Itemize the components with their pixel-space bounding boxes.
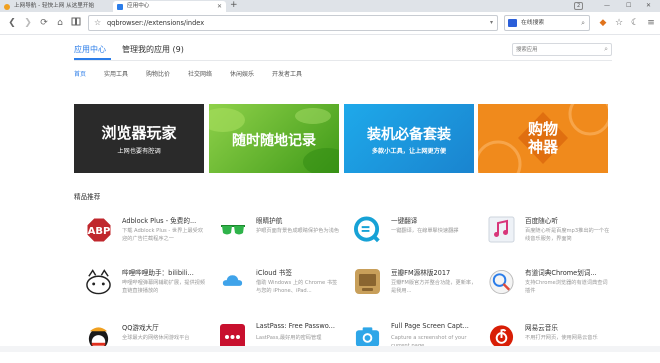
banner-subtitle: 多款小工具，让上网更方便 bbox=[371, 148, 447, 155]
app-name: LastPass: Free Passwo... bbox=[256, 322, 335, 330]
menu-icon[interactable]: ≡ bbox=[645, 17, 657, 29]
address-bar[interactable]: ☆ qqbrowser://extensions/index ▾ bbox=[88, 15, 498, 31]
bookmarks-icon[interactable] bbox=[70, 17, 82, 29]
icloud-icon bbox=[219, 268, 246, 295]
app-card[interactable]: 眼睛护航 护眼页面背景色成眼睛保护色为浅色 bbox=[219, 216, 347, 256]
app-description: 豆瓣FM版官方并整合功能，更新率，是我用... bbox=[391, 280, 477, 294]
banner-subtitle: 上网也要有腔调 bbox=[117, 148, 161, 155]
tab-label: 应用中心 bbox=[127, 3, 150, 9]
forward-icon[interactable]: ❯ bbox=[22, 17, 34, 29]
category-home[interactable]: 首页 bbox=[74, 69, 86, 78]
app-name: QQ游戏大厅 bbox=[122, 324, 159, 332]
app-name: 哔哩哔哩助手：bilibili... bbox=[122, 269, 194, 277]
app-card[interactable]: 百度随心听 百度随心听是百度mp3推出的一个在线音乐服务，界面简 bbox=[488, 216, 616, 256]
eye-glasses-icon bbox=[219, 216, 246, 243]
app-description: 一键翻译，在線單擊快速翻譯 bbox=[391, 228, 459, 234]
category-entertainment[interactable]: 休闲娱乐 bbox=[230, 69, 254, 78]
app-name: Adblock Plus - 免费的... bbox=[122, 217, 197, 225]
app-description: 借助 Windows 上的 Chrome 书签与您的 iPhone、iPad..… bbox=[256, 280, 338, 294]
app-card[interactable]: iCloud 书签 借助 Windows 上的 Chrome 书签与您的 iPh… bbox=[219, 268, 347, 308]
app-description: 护眼页面背景色成眼睛保护色为浅色 bbox=[256, 228, 340, 234]
refresh-icon[interactable]: ⟳ bbox=[38, 17, 50, 29]
tab-manage-apps[interactable]: 管理我的应用 (9) bbox=[122, 44, 184, 55]
url-text: qqbrowser://extensions/index bbox=[107, 19, 205, 27]
app-card[interactable]: Full Page Screen Capt... Capture a scree… bbox=[354, 322, 482, 363]
search-icon[interactable]: ⌕ bbox=[604, 44, 608, 55]
app-description: 百度随心听是百度mp3推出的一个在线音乐服务，界面简 bbox=[525, 228, 610, 242]
search-box[interactable]: 在线搜索 ⌕ bbox=[504, 15, 590, 31]
category-social[interactable]: 社交网络 bbox=[188, 69, 212, 78]
back-icon[interactable]: ❮ bbox=[6, 17, 18, 29]
tab-strip: 上网导航 - 轻快上网 从这里开始 应用中心 ✕ + 2 — ☐ ✕ bbox=[0, 0, 660, 12]
close-tab-icon[interactable]: ✕ bbox=[217, 1, 222, 12]
close-window-icon[interactable]: ✕ bbox=[646, 0, 651, 12]
banner-toolkit[interactable]: 装机必备套装 多款小工具，让上网更方便 bbox=[344, 104, 474, 173]
category-developer[interactable]: 开发者工具 bbox=[272, 69, 302, 78]
banner-notes[interactable]: 随时随地记录 bbox=[209, 104, 339, 173]
app-name: 有道词典Chrome划词... bbox=[525, 269, 597, 277]
svg-text:ABP: ABP bbox=[87, 226, 110, 237]
star-icon[interactable]: ☆ bbox=[94, 16, 101, 30]
app-card[interactable]: 豆瓣FM源林版2017 豆瓣FM版官方并整合功能，更新率，是我用... bbox=[354, 268, 482, 308]
translate-icon bbox=[354, 216, 381, 243]
app-card[interactable]: 一键翻译 一键翻译，在線單擊快速翻譯 bbox=[354, 216, 482, 256]
youdao-icon bbox=[488, 268, 515, 295]
app-card[interactable]: QQ游戏大厅 全球最大的网络休闲游戏平台 bbox=[85, 323, 213, 363]
bilibili-icon bbox=[85, 268, 112, 295]
adblock-icon: ABP bbox=[85, 216, 112, 243]
banner-shopping[interactable]: 购物 神器 bbox=[478, 104, 608, 173]
minimize-icon[interactable]: — bbox=[604, 0, 610, 12]
app-card[interactable]: LastPass: Free Passwo... LastPass,最好用的密码… bbox=[219, 322, 347, 363]
app-name: 眼睛护航 bbox=[256, 217, 283, 225]
tab-label: 上网导航 - 轻快上网 从这里开始 bbox=[14, 3, 95, 9]
category-tools[interactable]: 实用工具 bbox=[104, 69, 128, 78]
app-card[interactable]: 有道词典Chrome划词... 支持Chrome浏览器的有道词典查词插件 bbox=[488, 268, 616, 308]
app-description: 支持Chrome浏览器的有道词典查词插件 bbox=[525, 280, 608, 294]
app-description: 哔哩哔哩弹幕网辅助扩展，提供视频直链直接播放的 bbox=[122, 280, 206, 294]
app-card[interactable]: 网易云音乐 不用打开网页，使用网易云音乐 bbox=[488, 323, 616, 363]
home-icon[interactable]: ⌂ bbox=[54, 17, 66, 29]
search-icon[interactable]: ⌕ bbox=[581, 16, 585, 30]
douban-fm-icon bbox=[354, 268, 381, 295]
app-card[interactable]: 哔哩哔哩助手：bilibili... 哔哩哔哩弹幕网辅助扩展，提供视频直链直接播… bbox=[85, 268, 213, 308]
app-name: iCloud 书签 bbox=[256, 269, 292, 277]
app-search-input[interactable] bbox=[516, 45, 598, 54]
new-tab-button[interactable]: + bbox=[230, 0, 238, 11]
section-title: 精品推荐 bbox=[74, 193, 101, 201]
app-name: 网易云音乐 bbox=[525, 324, 558, 332]
banner-player[interactable]: 浏览器玩家 上网也要有腔调 bbox=[74, 104, 204, 173]
tab-app-center[interactable]: 应用中心 bbox=[74, 44, 106, 55]
app-description: 下载 Adblock Plus - 世界上最受欢迎的广告拦截程序之一 bbox=[122, 228, 204, 242]
app-card[interactable]: ABP Adblock Plus - 免费的... 下载 Adblock Plu… bbox=[85, 216, 213, 256]
app-name: 豆瓣FM源林版2017 bbox=[391, 269, 451, 277]
app-name: 百度随心听 bbox=[525, 217, 558, 225]
banner-title: 装机必备套装 bbox=[367, 127, 451, 143]
toolbar: ❮ ❯ ⟳ ⌂ ☆ qqbrowser://extensions/index ▾… bbox=[0, 12, 660, 35]
banner-title: 浏览器玩家 bbox=[101, 124, 177, 142]
favorites-icon[interactable]: ☆ bbox=[613, 17, 625, 29]
tab-count-badge[interactable]: 2 bbox=[574, 0, 584, 12]
game-icon[interactable]: ◆ bbox=[597, 17, 609, 29]
night-mode-icon[interactable]: ☾ bbox=[629, 17, 641, 29]
app-name: 一键翻译 bbox=[391, 217, 418, 225]
search-engine-label: 在线搜索 bbox=[521, 20, 545, 26]
dropdown-icon[interactable]: ▾ bbox=[490, 16, 493, 30]
status-bar bbox=[0, 346, 660, 352]
browser-tab-nav[interactable]: 上网导航 - 轻快上网 从这里开始 bbox=[0, 1, 113, 12]
app-center-favicon-icon bbox=[117, 4, 123, 10]
baidu-music-icon bbox=[488, 216, 515, 243]
category-shopping[interactable]: 购物比价 bbox=[146, 69, 170, 78]
app-search[interactable]: ⌕ bbox=[512, 43, 612, 56]
divider bbox=[74, 60, 612, 61]
home-favicon-icon bbox=[4, 4, 10, 10]
maximize-icon[interactable]: ☐ bbox=[626, 0, 631, 12]
app-name: Full Page Screen Capt... bbox=[391, 322, 469, 330]
banner-title: 随时随地记录 bbox=[232, 133, 316, 149]
browser-tab-app-center[interactable]: 应用中心 ✕ bbox=[113, 1, 226, 12]
search-engine-icon[interactable] bbox=[508, 19, 517, 27]
banner-title: 购物 神器 bbox=[527, 120, 558, 156]
